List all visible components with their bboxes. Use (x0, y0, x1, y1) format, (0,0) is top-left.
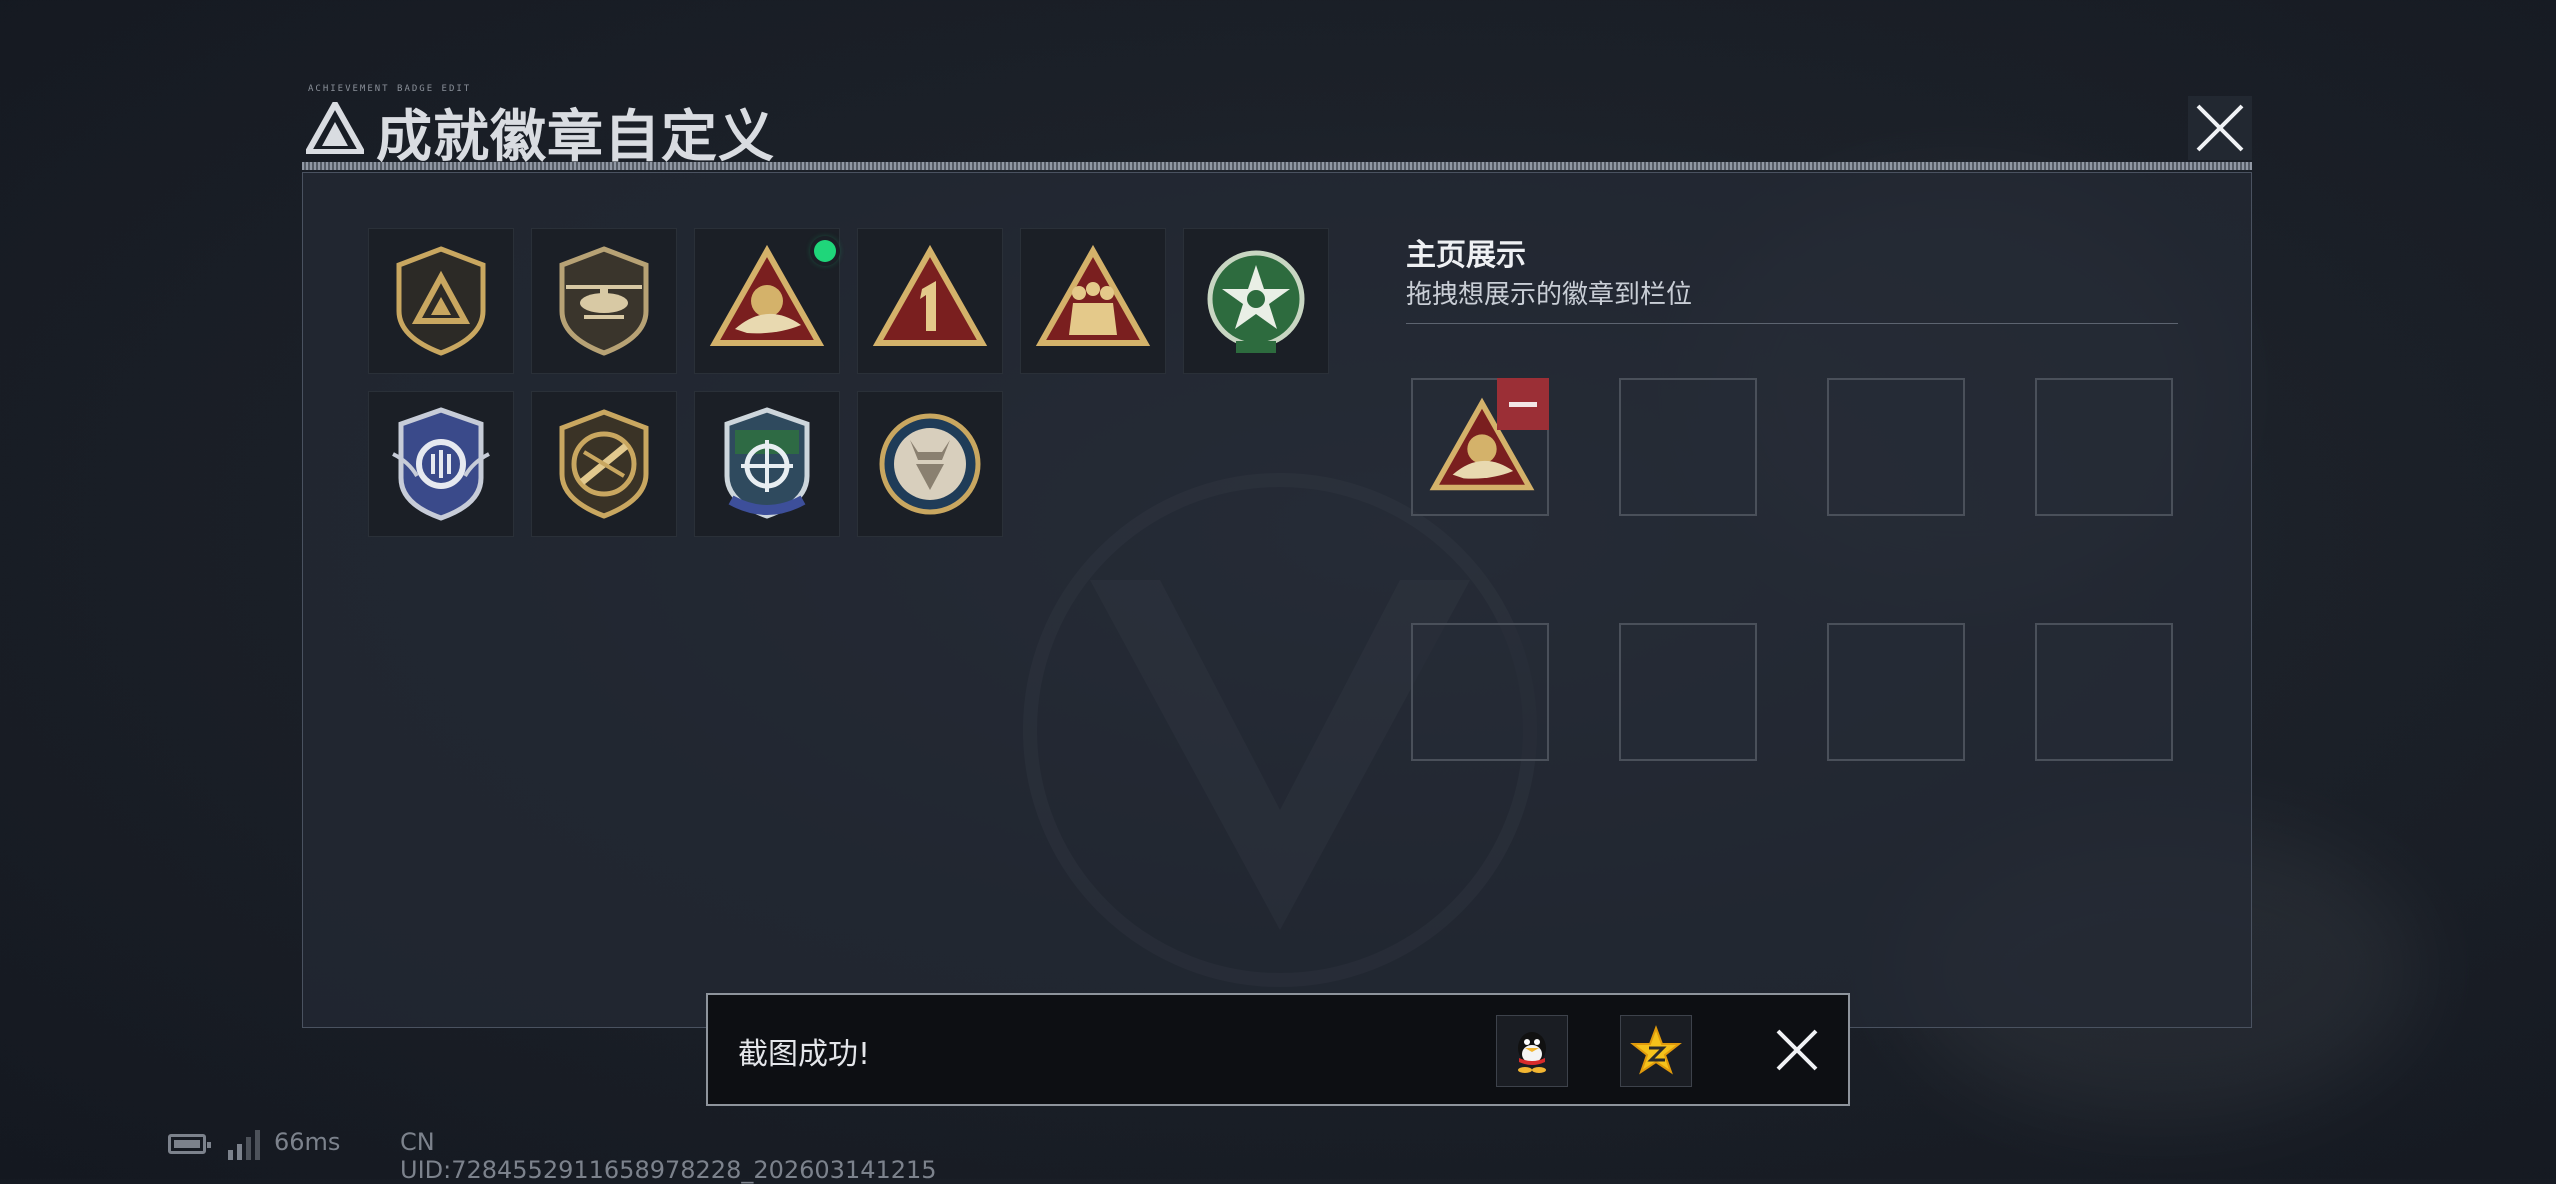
badge-slot-number-one[interactable] (857, 228, 1003, 374)
hand-triangle-badge-icon (709, 244, 825, 346)
qzone-icon (1630, 1025, 1682, 1075)
badge-slot-blue-wings[interactable] (368, 391, 514, 537)
page-title: 成就徽章自定义 (376, 105, 775, 170)
badge-slot-wolf-emblem[interactable] (857, 391, 1003, 537)
showcase-divider (1406, 323, 2178, 324)
ping-value: 66ms (274, 1128, 341, 1156)
showcase-subtitle: 拖拽想展示的徽章到栏位 (1406, 280, 1693, 310)
crosshair-shield-badge-icon (724, 407, 810, 519)
showcase-slot-3[interactable] (1827, 378, 1965, 516)
showcase-title: 主页展示 (1406, 238, 1526, 273)
showcase-slot-6[interactable] (1619, 623, 1757, 761)
new-badge-indicator (814, 240, 836, 262)
qq-icon (1518, 1032, 1546, 1073)
badge-slot-green-star[interactable] (1183, 228, 1329, 374)
signal-icon (228, 1130, 260, 1160)
triangle-shield-badge-icon (396, 246, 486, 356)
share-qzone-button[interactable] (1620, 1015, 1692, 1087)
close-icon (1776, 1029, 1818, 1071)
showcase-slot-8[interactable] (2035, 623, 2173, 761)
number-one-triangle-badge-icon (872, 244, 988, 346)
showcase-slot-2[interactable] (1619, 378, 1757, 516)
soldiers-triangle-badge-icon (1035, 244, 1151, 346)
badge-slot-soldiers[interactable] (1020, 228, 1166, 374)
close-button[interactable] (2188, 96, 2252, 160)
toast-message: 截图成功! (738, 1037, 871, 1072)
battery-icon (168, 1134, 211, 1154)
wolf-emblem-badge-icon (879, 413, 981, 515)
showcase-slot-1[interactable] (1411, 378, 1549, 516)
badge-slot-no-rifle[interactable] (531, 391, 677, 537)
badge-slot-triangle-shield[interactable] (368, 228, 514, 374)
showcase-slot-7[interactable] (1827, 623, 1965, 761)
badge-slot-hand-triangle[interactable] (694, 228, 840, 374)
badge-slot-helicopter[interactable] (531, 228, 677, 374)
showcase-slot-4[interactable] (2035, 378, 2173, 516)
user-uid: CN UID:7284552911658978228_202603141215 (400, 1128, 937, 1184)
helicopter-badge-icon (559, 246, 649, 356)
remove-badge-button[interactable] (1497, 378, 1549, 430)
blue-wings-badge-icon (392, 407, 490, 521)
no-rifle-badge-icon (559, 409, 649, 519)
title-divider (302, 162, 2252, 170)
close-icon (2196, 104, 2244, 152)
delta-logo-icon (306, 102, 364, 154)
share-qq-button[interactable] (1496, 1015, 1568, 1087)
showcase-slot-5[interactable] (1411, 623, 1549, 761)
green-star-badge-icon (1207, 250, 1305, 353)
badge-slot-crosshair-shield[interactable] (694, 391, 840, 537)
screenshot-toast: 截图成功! (706, 993, 1850, 1106)
toast-close-button[interactable] (1768, 1021, 1826, 1079)
